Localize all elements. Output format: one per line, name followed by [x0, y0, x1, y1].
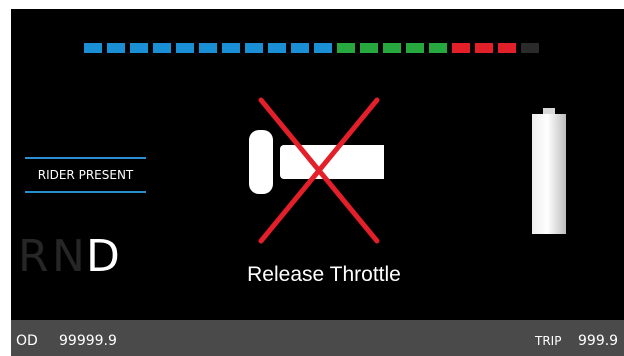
power-segment — [291, 43, 309, 53]
odometer-label: OD — [16, 333, 38, 349]
throttle-shaft — [280, 145, 384, 179]
power-segment — [176, 43, 194, 53]
power-segment — [84, 43, 102, 53]
power-segment — [107, 43, 125, 53]
throttle-crossed-icon — [249, 97, 384, 244]
release-throttle-message: Release Throttle — [247, 263, 401, 286]
power-segment — [521, 43, 539, 53]
power-segment — [314, 43, 332, 53]
power-segment — [268, 43, 286, 53]
power-meter — [84, 43, 539, 53]
power-segment — [130, 43, 148, 53]
power-segment — [153, 43, 171, 53]
rider-line-bottom — [25, 191, 146, 193]
power-segment — [498, 43, 516, 53]
power-segment — [406, 43, 424, 53]
power-segment — [475, 43, 493, 53]
rider-present-indicator: RIDER PRESENT — [25, 157, 146, 193]
power-segment — [429, 43, 447, 53]
battery-terminal — [543, 108, 555, 114]
status-bar: OD 99999.9 TRIP 999.9 — [11, 320, 624, 356]
rider-present-label: RIDER PRESENT — [37, 168, 134, 182]
power-segment — [383, 43, 401, 53]
throttle-grip — [249, 130, 273, 194]
power-segment — [245, 43, 263, 53]
power-segment — [199, 43, 217, 53]
trip-value: 999.9 — [578, 333, 619, 349]
trip-label: TRIP — [535, 334, 562, 348]
rider-line-top — [25, 157, 146, 159]
gear-d: D — [86, 231, 120, 282]
power-segment — [337, 43, 355, 53]
power-segment — [360, 43, 378, 53]
power-segment — [222, 43, 240, 53]
gear-n: N — [52, 231, 85, 282]
battery-icon — [532, 108, 566, 234]
odometer-value: 99999.9 — [59, 333, 117, 349]
gear-r: R — [18, 231, 49, 282]
power-segment — [452, 43, 470, 53]
battery-fill — [532, 114, 566, 234]
